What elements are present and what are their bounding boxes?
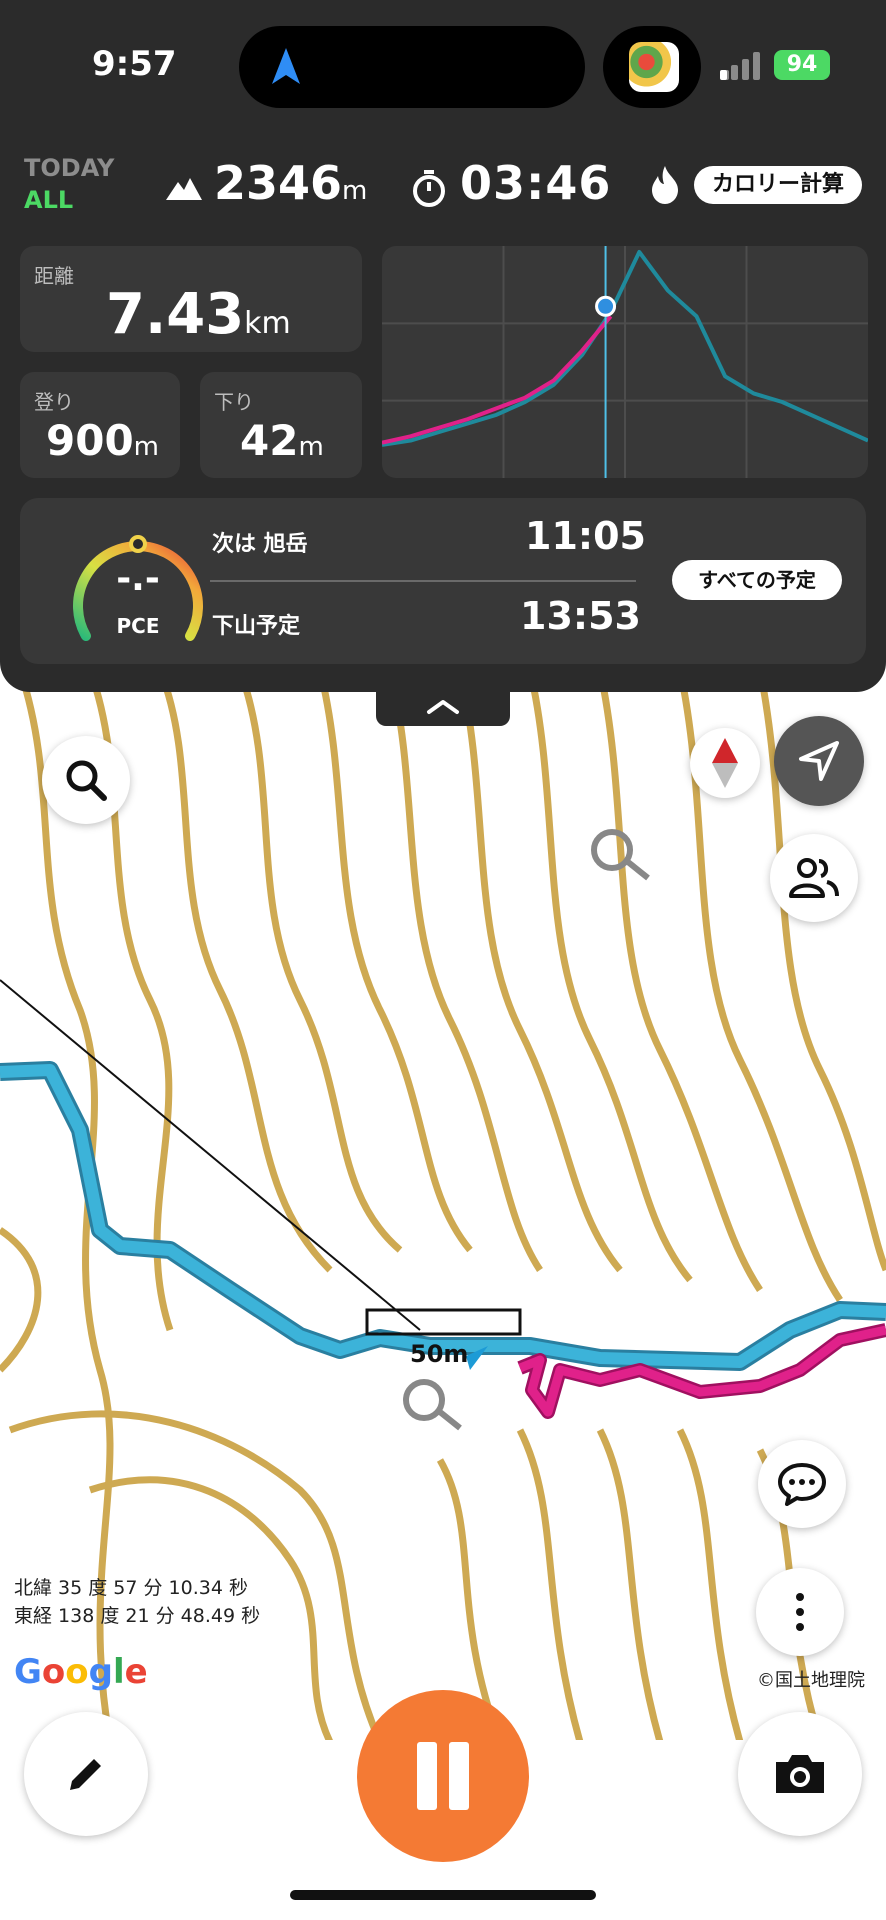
party-members-button[interactable]	[770, 834, 858, 922]
battery-level: 94	[786, 52, 818, 77]
today-label[interactable]: TODAY	[24, 154, 114, 182]
chart-position-cursor	[595, 246, 617, 478]
flame-icon	[652, 166, 678, 204]
mountain-icon	[166, 178, 202, 200]
next-waypoint-label: 次は 旭岳	[212, 532, 308, 557]
pce-label: PCE	[116, 614, 160, 638]
compass-icon	[712, 738, 738, 788]
latitude-text: 北緯 35 度 57 分 10.34 秒	[14, 1577, 248, 1599]
my-location-button[interactable]	[774, 716, 864, 806]
ascent-value: 900	[46, 416, 134, 465]
descent-value: 42	[240, 416, 299, 465]
scale-box	[365, 1308, 522, 1336]
longitude-text: 東経 138 度 21 分 48.49 秒	[14, 1605, 261, 1627]
stats-panel: 9:57 94 TODAY ALL 2346m 03:46 カロリー計算 距離	[0, 0, 886, 692]
ascent-unit: m	[133, 432, 159, 462]
search-icon	[66, 760, 107, 801]
battery-indicator: 94	[774, 50, 830, 80]
stopwatch-icon	[413, 170, 445, 207]
altitude-display: 2346m	[214, 156, 367, 210]
live-activity-pill	[603, 26, 701, 108]
google-logo-letter: G	[14, 1652, 42, 1692]
coordinates-display: 北緯 35 度 57 分 10.34 秒 東経 138 度 21 分 48.49…	[14, 1574, 260, 1630]
location-arrow-icon	[799, 741, 839, 781]
pencil-icon	[70, 1759, 101, 1790]
google-logo-letter: o	[41, 1652, 66, 1692]
ascent-value-wrap: 900m	[46, 416, 159, 465]
descent-card: 下り 42m	[200, 372, 362, 478]
edit-button[interactable]	[24, 1712, 148, 1836]
distance-card: 距離 7.43km	[20, 246, 362, 352]
pause-icon-bar-left	[417, 1742, 437, 1810]
app-icon	[629, 42, 679, 92]
next-waypoint-time: 11:05	[525, 514, 646, 558]
map-copyright: ©国土地理院	[757, 1670, 865, 1691]
descent-value-wrap: 42m	[240, 416, 324, 465]
elapsed-time: 03:46	[460, 156, 612, 210]
all-label[interactable]: ALL	[24, 186, 73, 214]
altitude-value: 2346	[214, 156, 343, 210]
planned-route-outline	[0, 1061, 886, 1371]
google-logo-letter: o	[65, 1652, 89, 1692]
home-indicator	[290, 1890, 596, 1900]
chat-icon	[778, 1463, 826, 1506]
chevron-up-icon	[427, 700, 459, 714]
track-line	[518, 1325, 886, 1417]
elevation-chart-svg	[382, 246, 868, 478]
panel-collapse-handle[interactable]	[376, 690, 510, 726]
camera-button[interactable]	[738, 1712, 862, 1836]
chart-current-position-dot	[595, 295, 617, 317]
descent-plan-label: 下山予定	[212, 614, 301, 639]
dynamic-island	[239, 26, 585, 108]
distance-unit: km	[244, 306, 291, 341]
camera-icon	[776, 1755, 824, 1793]
descent-label: 下り	[214, 390, 254, 414]
distance-value-wrap: 7.43km	[106, 282, 291, 347]
more-icon	[796, 1593, 804, 1631]
google-logo-letter: g	[88, 1652, 113, 1692]
schedule-card: -.- PCE 次は 旭岳 11:05 下山予定 13:53 すべての予定	[20, 498, 866, 664]
elevation-chart[interactable]	[382, 246, 868, 478]
navigation-arrow-icon	[272, 48, 300, 84]
elevation-series-1	[382, 315, 613, 445]
google-logo-letter: e	[124, 1652, 148, 1692]
distance-value: 7.43	[106, 282, 245, 347]
planned-route	[0, 1064, 886, 1368]
pce-value: -.-	[116, 558, 160, 599]
more-options-button[interactable]	[756, 1568, 844, 1656]
people-icon	[789, 858, 839, 898]
all-schedule-button[interactable]: すべての予定	[672, 560, 842, 600]
chat-button[interactable]	[758, 1440, 846, 1528]
map-scale-label: 50m	[410, 1340, 469, 1368]
descent-plan-time: 13:53	[520, 594, 641, 638]
ascent-label: 登り	[34, 390, 74, 414]
status-time: 9:57	[92, 44, 177, 84]
search-button[interactable]	[42, 736, 130, 824]
cellular-signal-icon	[720, 52, 760, 80]
google-logo: Google	[14, 1652, 148, 1692]
google-logo-letter: l	[112, 1652, 125, 1692]
schedule-divider	[210, 580, 636, 582]
distance-label: 距離	[34, 264, 74, 288]
ascent-card: 登り 900m	[20, 372, 180, 478]
compass-button[interactable]	[690, 728, 760, 798]
calorie-button[interactable]: カロリー計算	[694, 166, 862, 204]
descent-unit: m	[298, 432, 324, 462]
altitude-unit: m	[342, 176, 368, 206]
pause-button[interactable]	[357, 1690, 529, 1862]
pause-icon-bar-right	[449, 1742, 469, 1810]
